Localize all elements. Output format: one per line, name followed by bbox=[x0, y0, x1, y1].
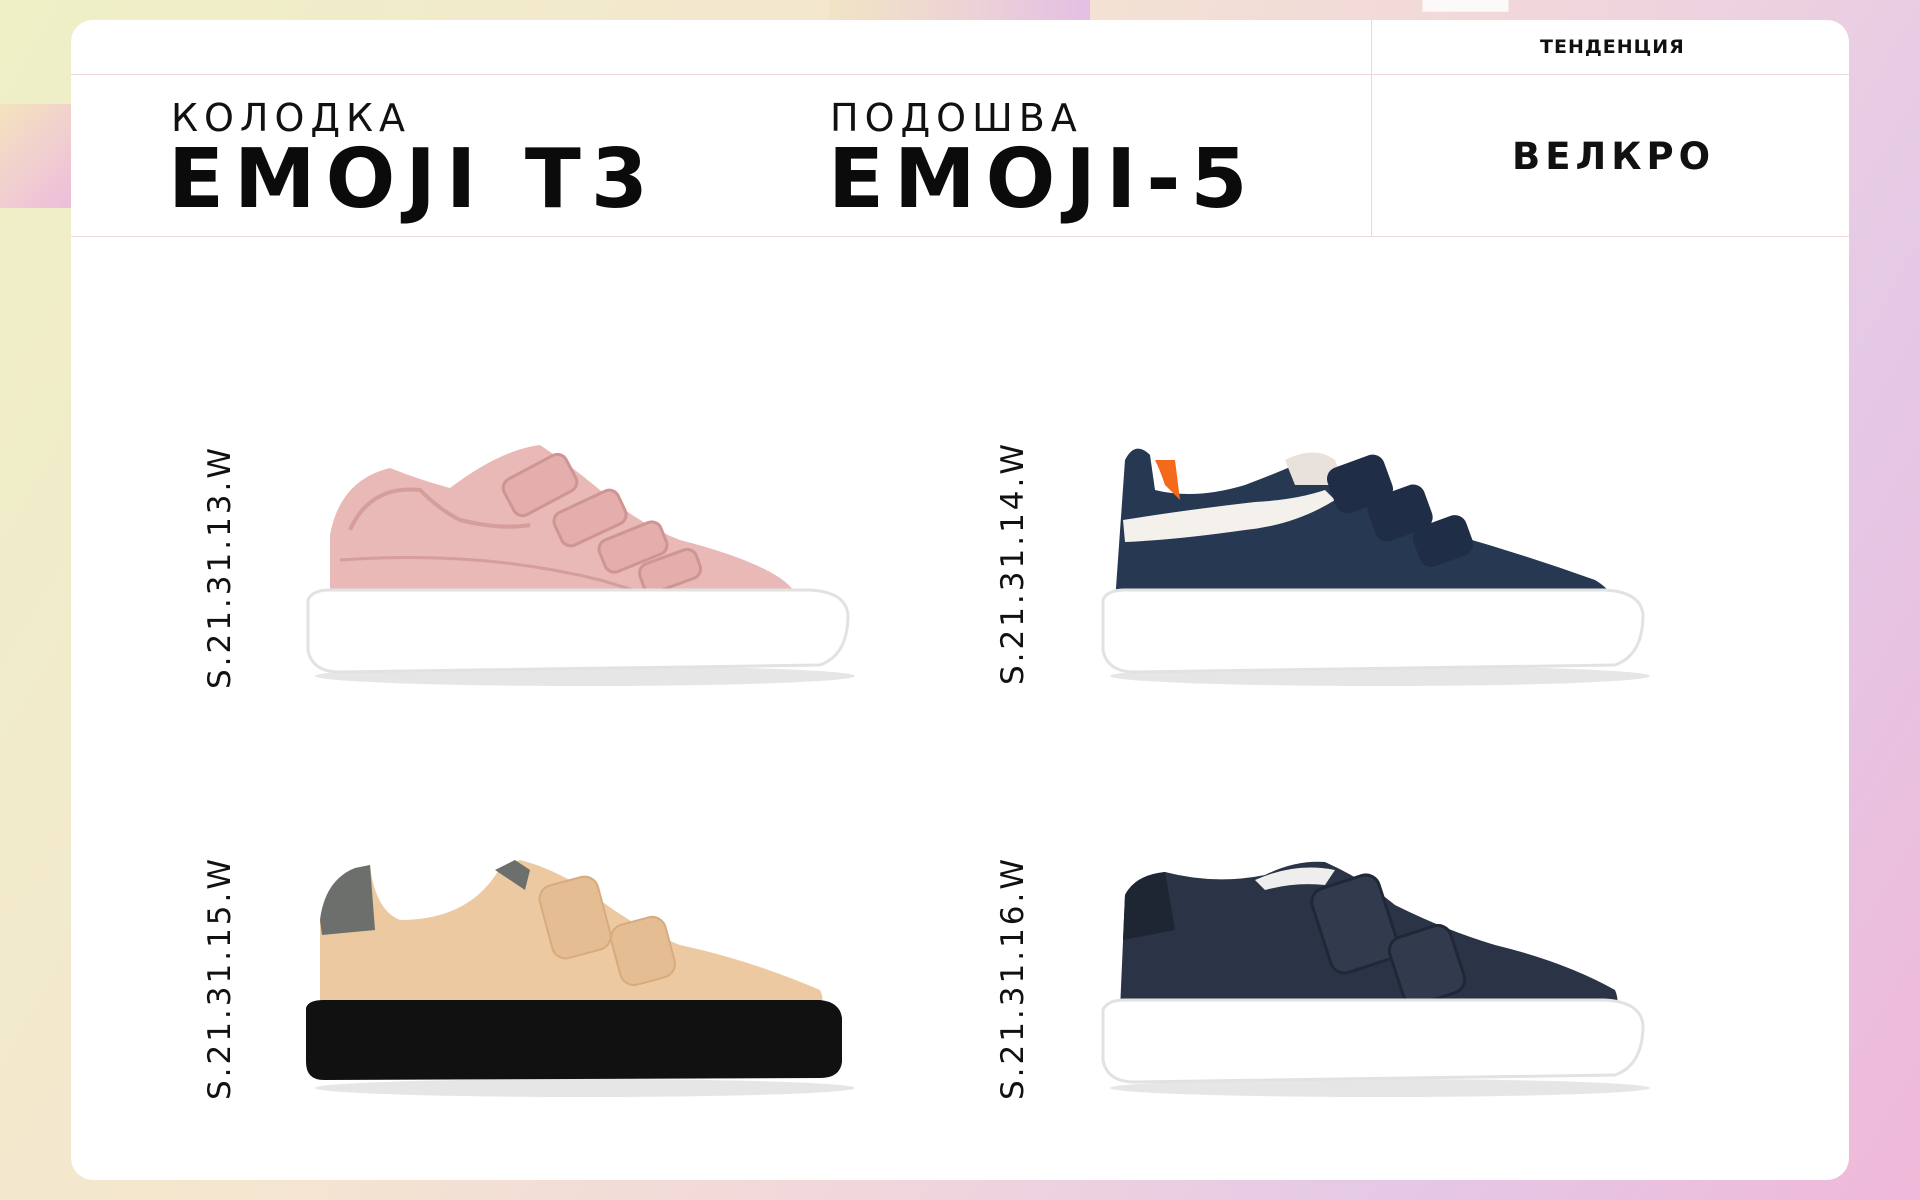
season-side-title: KIDS SS 21-22 bbox=[1399, 0, 1537, 170]
trend-divider bbox=[1371, 20, 1372, 237]
product-image-beige-sneaker bbox=[306, 860, 855, 1097]
trend-value: ВЕЛКРО bbox=[1512, 135, 1716, 178]
sku-text-2: S.21.31.14.W bbox=[995, 440, 1031, 686]
product-image-navy-sneaker bbox=[1101, 448, 1650, 686]
last-name: EMOJI T3 bbox=[168, 132, 658, 227]
sku-text-3: S.21.31.15.W bbox=[202, 855, 238, 1101]
sole-name: EMOJI-5 bbox=[828, 132, 1258, 227]
header-divider-bottom bbox=[71, 236, 1849, 237]
header-divider-top bbox=[71, 74, 1849, 75]
trend-label: ТЕНДЕНЦИЯ bbox=[1540, 36, 1685, 58]
sku-text-4: S.21.31.16.W bbox=[995, 855, 1031, 1101]
product-image-pink-sneaker bbox=[306, 445, 855, 686]
product-image-darknavy-sneaker bbox=[1101, 861, 1650, 1097]
sku-text-1: S.21.31.13.W bbox=[202, 444, 238, 690]
